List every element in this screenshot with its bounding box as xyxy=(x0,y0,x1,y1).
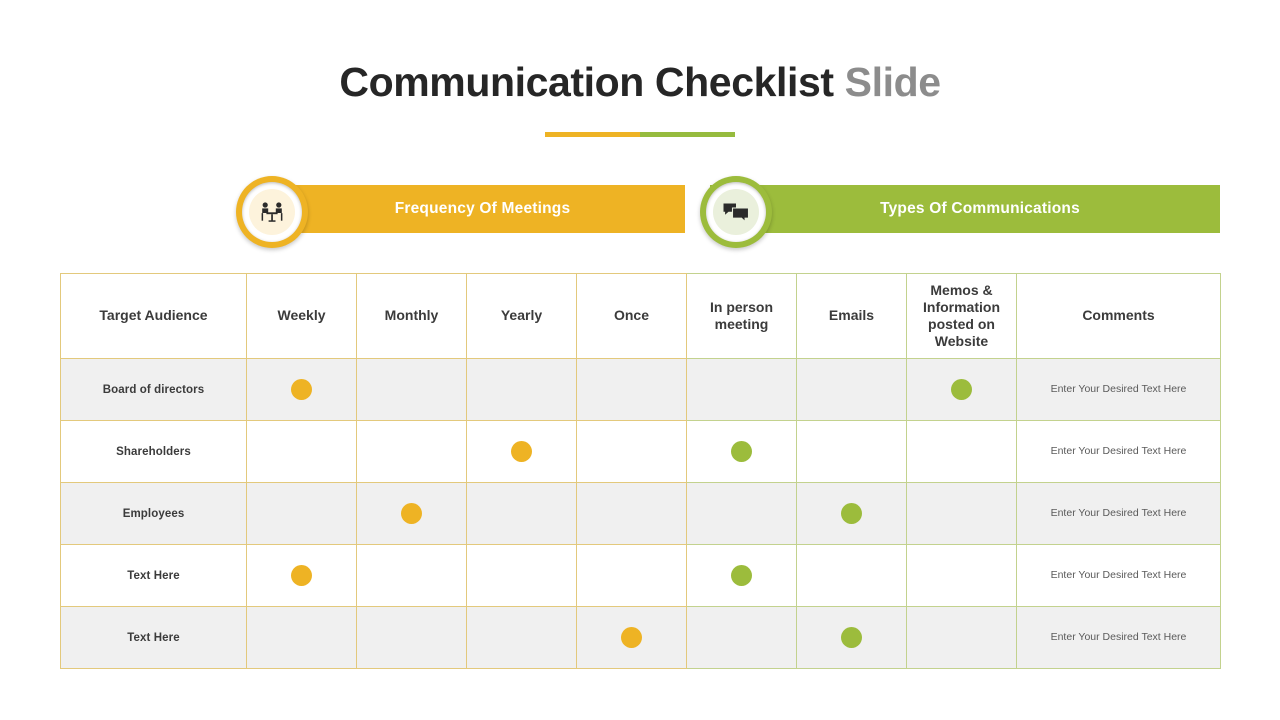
table-row: Text Here Enter Your Desired Text Here xyxy=(60,544,1221,607)
cell-weekly xyxy=(246,606,357,669)
cell-weekly xyxy=(246,358,357,421)
meeting-table-icon xyxy=(261,202,283,222)
badge-frequency-of-meetings xyxy=(236,176,308,248)
cell-memos-website xyxy=(906,606,1017,669)
column-header-weekly: Weekly xyxy=(246,273,357,359)
cell-yearly xyxy=(466,544,577,607)
marker-dot-yellow xyxy=(291,379,312,400)
table-row: Board of directors Enter Your Desired Te… xyxy=(60,358,1221,421)
badge-ring xyxy=(706,182,766,242)
cell-yearly xyxy=(466,358,577,421)
cell-once xyxy=(576,606,687,669)
cell-emails xyxy=(796,482,907,545)
marker-dot-yellow xyxy=(401,503,422,524)
cell-yearly xyxy=(466,420,577,483)
cell-comments: Enter Your Desired Text Here xyxy=(1016,420,1221,483)
column-header-monthly: Monthly xyxy=(356,273,467,359)
cell-weekly xyxy=(246,544,357,607)
cell-monthly xyxy=(356,606,467,669)
cell-audience: Board of directors xyxy=(60,358,247,421)
column-header-in-person-meeting: In person meeting xyxy=(686,273,797,359)
cell-comments: Enter Your Desired Text Here xyxy=(1016,358,1221,421)
column-header-yearly: Yearly xyxy=(466,273,577,359)
marker-dot-green xyxy=(951,379,972,400)
cell-in-person-meeting xyxy=(686,544,797,607)
cell-monthly xyxy=(356,544,467,607)
cell-yearly xyxy=(466,482,577,545)
column-header-memos-website: Memos & Information posted on Website xyxy=(906,273,1017,359)
column-header-emails: Emails xyxy=(796,273,907,359)
cell-audience: Shareholders xyxy=(60,420,247,483)
cell-weekly xyxy=(246,420,357,483)
cell-audience: Employees xyxy=(60,482,247,545)
marker-dot-green xyxy=(731,441,752,462)
cell-in-person-meeting xyxy=(686,606,797,669)
marker-dot-green xyxy=(841,627,862,648)
marker-dot-yellow xyxy=(291,565,312,586)
marker-dot-yellow xyxy=(511,441,532,462)
marker-dot-green xyxy=(841,503,862,524)
cell-once xyxy=(576,358,687,421)
cell-emails xyxy=(796,420,907,483)
cell-memos-website xyxy=(906,358,1017,421)
speech-bubbles-icon xyxy=(723,203,750,223)
badge-inner xyxy=(713,189,759,235)
communication-checklist-table: Target Audience Weekly Monthly Yearly On… xyxy=(60,273,1221,669)
column-header-target-audience: Target Audience xyxy=(60,273,247,359)
cell-once xyxy=(576,544,687,607)
marker-dot-yellow xyxy=(621,627,642,648)
cell-memos-website xyxy=(906,420,1017,483)
cell-comments: Enter Your Desired Text Here xyxy=(1016,606,1221,669)
category-banners: Frequency Of Meetings Types Of Communica… xyxy=(0,176,1280,248)
table-row: Employees Enter Your Desired Text Here xyxy=(60,482,1221,545)
cell-comments: Enter Your Desired Text Here xyxy=(1016,544,1221,607)
cell-monthly xyxy=(356,420,467,483)
cell-memos-website xyxy=(906,544,1017,607)
cell-emails xyxy=(796,606,907,669)
banner-frequency-of-meetings[interactable]: Frequency Of Meetings xyxy=(250,185,685,233)
cell-once xyxy=(576,482,687,545)
page-title: Communication Checklist Slide xyxy=(0,59,1280,105)
cell-in-person-meeting xyxy=(686,358,797,421)
column-header-comments: Comments xyxy=(1016,273,1221,359)
table-header-row: Target Audience Weekly Monthly Yearly On… xyxy=(60,273,1221,359)
cell-monthly xyxy=(356,358,467,421)
cell-emails xyxy=(796,544,907,607)
table-row: Text Here Enter Your Desired Text Here xyxy=(60,606,1221,669)
banner-types-of-communications[interactable]: Types Of Communications xyxy=(710,185,1220,233)
divider-yellow-segment xyxy=(545,132,640,137)
cell-emails xyxy=(796,358,907,421)
title-divider xyxy=(545,132,735,137)
cell-comments: Enter Your Desired Text Here xyxy=(1016,482,1221,545)
cell-audience: Text Here xyxy=(60,544,247,607)
badge-inner xyxy=(249,189,295,235)
cell-memos-website xyxy=(906,482,1017,545)
column-header-once: Once xyxy=(576,273,687,359)
cell-audience: Text Here xyxy=(60,606,247,669)
table-row: Shareholders Enter Your Desired Text Her… xyxy=(60,420,1221,483)
cell-in-person-meeting xyxy=(686,482,797,545)
cell-in-person-meeting xyxy=(686,420,797,483)
banner-frequency-label: Frequency Of Meetings xyxy=(394,200,571,217)
badge-ring xyxy=(242,182,302,242)
cell-once xyxy=(576,420,687,483)
cell-monthly xyxy=(356,482,467,545)
cell-weekly xyxy=(246,482,357,545)
banner-types-label: Types Of Communications xyxy=(880,200,1080,217)
marker-dot-green xyxy=(731,565,752,586)
badge-types-of-communications xyxy=(700,176,772,248)
title-main-text: Communication Checklist xyxy=(339,59,834,105)
divider-green-segment xyxy=(640,132,735,137)
cell-yearly xyxy=(466,606,577,669)
title-sub-text: Slide xyxy=(844,59,941,105)
